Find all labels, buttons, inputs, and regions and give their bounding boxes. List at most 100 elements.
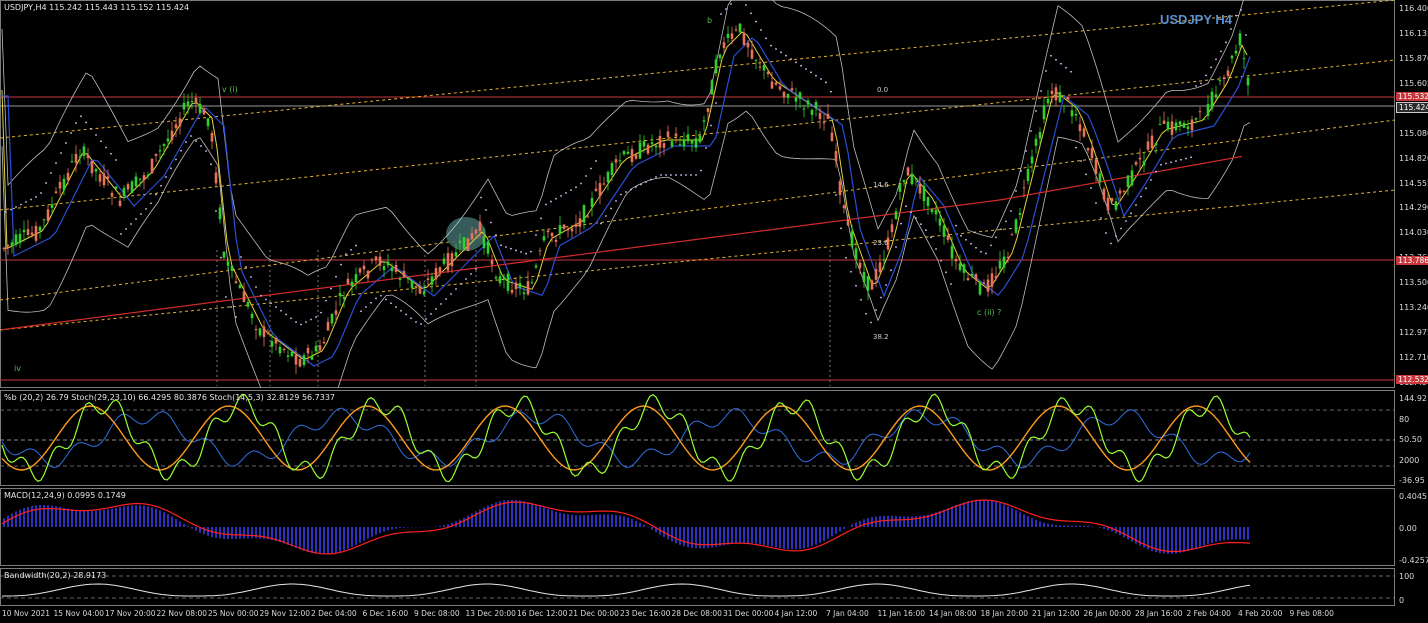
sar-dot (490, 221, 492, 224)
candle-body (890, 224, 894, 233)
candle-body (370, 259, 374, 261)
sar-dot (15, 206, 17, 208)
price-tag-mid: 113.786 (1396, 256, 1428, 265)
candle-body (166, 138, 170, 142)
candle-body (386, 261, 390, 266)
sar-dot (330, 287, 332, 290)
candle-body (590, 198, 594, 208)
sar-dot (835, 194, 837, 196)
candle-body (734, 29, 738, 31)
candle-body (962, 264, 966, 273)
time-axis-label: 16 Dec 12:00 (517, 609, 568, 618)
candle-body (1170, 121, 1174, 135)
candle-body (518, 282, 522, 288)
bandwidth-indicator[interactable] (0, 568, 1395, 606)
sar-dot (980, 250, 982, 253)
sar-dot (185, 141, 187, 143)
channel-line (0, 119, 1395, 301)
time-axis-label: 4 Feb 20:00 (1238, 609, 1283, 618)
candle-body (550, 232, 554, 237)
candle-body (1002, 256, 1006, 268)
sar-dot (135, 218, 137, 220)
candle-body (982, 282, 986, 284)
fib-label-382: 38.2 (873, 333, 889, 341)
candle-body (1174, 122, 1178, 131)
time-axis-label: 23 Dec 16:00 (620, 609, 671, 618)
sar-dot (125, 228, 127, 230)
sar-dot (1080, 160, 1082, 162)
candle-body (358, 268, 362, 273)
macd-axis-label: -0.4257 (1399, 556, 1428, 565)
sar-dot (1000, 228, 1002, 231)
sar-dot (875, 309, 877, 311)
sar-dot (200, 145, 202, 147)
candle-body (174, 124, 178, 129)
candle-body (710, 80, 714, 95)
candle-body (142, 175, 146, 181)
candle-body (834, 151, 838, 162)
candle-body (510, 289, 514, 293)
stoch-header: %b (20,2) 26.79 Stoch(29,23,10) 66.4295 … (4, 393, 336, 402)
time-axis-label: 17 Nov 20:00 (105, 609, 156, 618)
price-axis-label: 113.500 (1399, 278, 1428, 288)
candle-body (226, 261, 230, 266)
time-axis[interactable]: 10 Nov 2021 15 Nov 04:00 17 Nov 20:00 22 No… (0, 606, 1395, 623)
price-axis-label: 114.555 (1399, 178, 1428, 188)
candle-body (334, 310, 338, 315)
sar-dot (235, 316, 237, 318)
price-axis-label: 114.820 (1399, 153, 1428, 163)
time-axis-label: 4 Jan 12:00 (774, 609, 818, 618)
candle-body (382, 266, 386, 271)
candle-body (770, 81, 774, 89)
price-axis-label: 115.080 (1399, 128, 1428, 138)
macd-axis[interactable]: 0.4045 0.00 -0.4257 (1396, 488, 1428, 566)
candle-body (1186, 126, 1190, 130)
candle-body (338, 293, 342, 297)
candle-body (718, 54, 722, 59)
sar-dot (780, 51, 782, 54)
candle-body (194, 97, 198, 104)
candle-body (758, 66, 762, 68)
candle-body (586, 216, 590, 218)
candle-body (202, 108, 206, 115)
candle-body (130, 181, 134, 194)
sar-dot (390, 302, 392, 305)
sar-dot (1065, 66, 1067, 69)
candle-body (1086, 148, 1090, 151)
candle-body (62, 178, 66, 191)
stoch-axis[interactable]: 144.92 80 50.50 2000 -36.95 (1396, 390, 1428, 486)
sar-dot (595, 160, 597, 162)
candle-body (1066, 97, 1070, 100)
sar-dot (530, 250, 532, 253)
sar-dot (935, 248, 937, 250)
sar-dot (910, 211, 912, 214)
candle-body (102, 173, 106, 186)
candle-body (302, 355, 306, 365)
candle-body (314, 345, 318, 352)
price-axis[interactable]: 116.400116.135115.870115.605115.346115.0… (1396, 0, 1428, 388)
sar-dot (1160, 163, 1162, 166)
sar-dot (995, 236, 997, 239)
sar-dot (665, 174, 667, 176)
sar-dot (210, 163, 212, 166)
candle-body (894, 211, 898, 220)
sar-dot (1040, 90, 1042, 92)
candle-body (1198, 111, 1202, 113)
stoch-indicator[interactable] (0, 390, 1395, 486)
sar-dot (60, 152, 62, 154)
sar-dot (220, 256, 222, 259)
main-price-chart[interactable] (0, 0, 1395, 388)
bandwidth-axis[interactable]: 100 0 (1396, 568, 1428, 606)
bollinger-lower-band (1, 110, 1251, 388)
candle-body (966, 278, 970, 281)
sar-dot (405, 313, 407, 316)
sar-dot (1125, 220, 1127, 222)
candle-body (622, 151, 626, 155)
candle-body (538, 250, 542, 252)
sar-dot (890, 269, 892, 272)
sar-dot (870, 321, 872, 324)
candle-body (66, 172, 70, 181)
candle-body (902, 180, 906, 182)
sar-dot (65, 142, 67, 144)
macd-indicator[interactable] (0, 488, 1395, 566)
